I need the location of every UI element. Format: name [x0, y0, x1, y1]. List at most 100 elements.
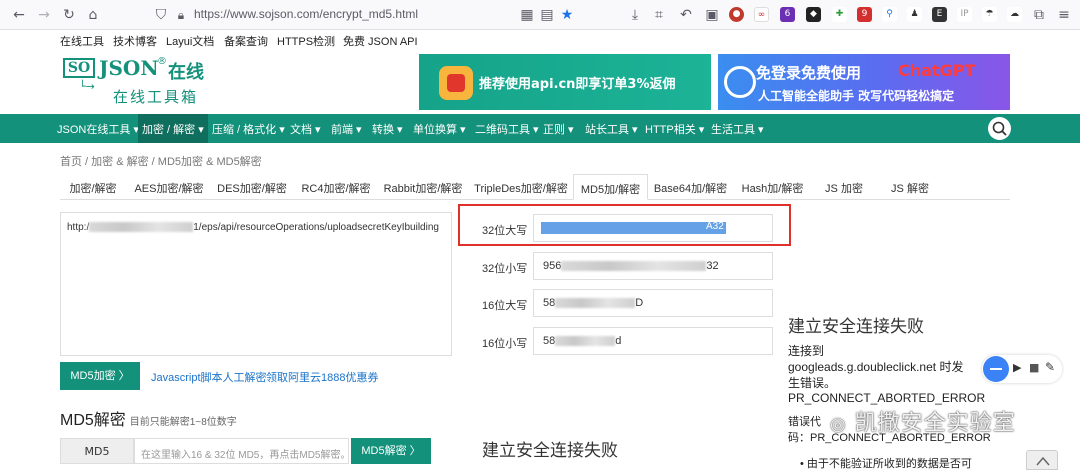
nav-label: 生活工具	[711, 124, 755, 136]
js-manual-decrypt-link[interactable]: Javascript脚本人工解密	[151, 369, 267, 385]
error-line: googleads.g.doubleclick.net 时发	[788, 360, 964, 374]
extension-hat-icon[interactable]: ☂	[982, 7, 997, 22]
extensions-icon[interactable]: ⧉	[1030, 6, 1048, 24]
result-32-lower-field[interactable]: 956 32	[533, 252, 773, 280]
banner-left-text: 推荐使用api.cn即享订单3%返佣	[479, 77, 676, 92]
md5-decrypt-title: MD5解密	[60, 412, 126, 429]
nav-convert[interactable]: 转换 ▾	[372, 121, 403, 137]
topnav-link[interactable]: 在线工具	[60, 33, 104, 49]
tab-rabbit[interactable]: Rabbit加密/解密	[380, 174, 466, 200]
nav-http[interactable]: HTTP相关 ▾	[645, 121, 704, 137]
tab-js-encrypt[interactable]: JS 加密	[816, 174, 872, 200]
forward-icon[interactable]: →	[35, 6, 53, 24]
topnav-link[interactable]: HTTPS检测	[277, 33, 335, 49]
tab-md5[interactable]: MD5加/解密	[573, 174, 648, 200]
extension-cloud-icon[interactable]: ☁	[1007, 7, 1022, 22]
logo-suffix: 在线	[168, 62, 204, 83]
tab-rc4[interactable]: RC4加密/解密	[297, 174, 375, 200]
topnav-link[interactable]: 免费 JSON API	[343, 33, 418, 49]
undo-icon[interactable]: ↶	[677, 6, 695, 24]
site-top-nav: 在线工具 技术博客 Layui文档 备案查询 HTTPS检测 免费 JSON A…	[0, 30, 1080, 50]
nav-docs[interactable]: 文档 ▾	[290, 121, 321, 137]
browser-toolbar: ← → ↻ ⌂ ⛉ 🔒︎ https://www.sojson.com/encr…	[0, 0, 1080, 30]
shield-icon[interactable]: ⛉	[152, 6, 170, 24]
stop-icon[interactable]: ■	[1029, 361, 1039, 374]
extension-link-icon[interactable]: ∞	[754, 7, 769, 22]
tab-encrypt-decrypt[interactable]: 加密/解密	[64, 174, 122, 200]
tab-base64[interactable]: Base64加/解密	[651, 174, 730, 200]
source-text: http:/ 1/eps/api/resourceOperations/uploa…	[67, 222, 439, 233]
download-icon[interactable]: ⤓	[626, 6, 644, 24]
nav-compress-format[interactable]: 压缩 / 格式化 ▾	[212, 121, 285, 137]
result-tail: d	[615, 335, 622, 347]
tab-js-decrypt[interactable]: JS 解密	[882, 174, 938, 200]
tab-hash[interactable]: Hash加/解密	[737, 174, 808, 200]
nav-webmaster[interactable]: 站长工具 ▾	[585, 121, 638, 137]
minimize-icon[interactable]	[983, 356, 1009, 382]
extension-red-icon[interactable]: ●	[729, 7, 744, 22]
result-16-lower-field[interactable]: 58 d	[533, 327, 773, 355]
person-icon[interactable]: ♟	[907, 7, 922, 22]
extension-plus-icon[interactable]: ✚	[832, 7, 847, 22]
breadcrumb[interactable]: 首页 / 加密 & 解密 / MD5加密 & MD5解密	[60, 153, 262, 169]
registered-icon: ®	[157, 56, 167, 67]
nav-qrcode[interactable]: 二维码工具 ▾	[475, 121, 539, 137]
topnav-link[interactable]: 技术博客	[113, 33, 157, 49]
tab-aes[interactable]: AES加密/解密	[130, 174, 208, 200]
highlight-frame	[458, 204, 791, 246]
nav-frontend[interactable]: 前端 ▾	[331, 121, 362, 137]
extension-dark-icon[interactable]: ◆	[806, 7, 821, 22]
error-line: 生错误。	[788, 376, 837, 390]
result-16-upper-field[interactable]: 58 D	[533, 289, 773, 317]
source-textarea[interactable]: http:/ 1/eps/api/resourceOperations/uploa…	[60, 212, 452, 356]
watermark: ◎ 凯撒安全实验室	[830, 405, 1016, 437]
aliyun-coupon-link[interactable]: 领取阿里云1888优惠券	[266, 369, 378, 385]
ad-banner-apicn[interactable]: 推荐使用api.cn即享订单3%返佣	[419, 54, 711, 110]
ad-banner-chatgpt[interactable]: 免登录免费使用 ChatGPT 人工智能全能助手 改写代码轻松搞定	[718, 54, 1010, 110]
url-text[interactable]: https://www.sojson.com/encrypt_md5.html	[194, 7, 418, 21]
bookmark-star-icon[interactable]: ★	[558, 6, 576, 24]
banner-right-sub: 人工智能全能助手 改写代码轻松搞定	[758, 89, 955, 103]
back-icon[interactable]: ←	[10, 6, 28, 24]
nav-unit-convert[interactable]: 单位换算 ▾	[413, 121, 466, 137]
extension-screenshot-icon[interactable]: ▣	[703, 6, 721, 24]
play-icon[interactable]: ▶	[1013, 361, 1021, 374]
nav-regex[interactable]: 正则 ▾	[543, 121, 574, 137]
extension-e-icon[interactable]: E	[932, 7, 947, 22]
location-icon[interactable]: ⚲	[882, 7, 897, 22]
md5-decrypt-input[interactable]: 在这里输入16 & 32位 MD5，再点击MD5解密。	[134, 438, 349, 464]
extension-purple-icon[interactable]: 6	[780, 7, 795, 22]
extension-ip-icon[interactable]: IP	[957, 7, 972, 22]
md5-decrypt-button[interactable]: MD5解密 〉	[351, 438, 431, 464]
site-logo[interactable]: SO JSON ® 在线 └→ 在线工具箱	[63, 56, 223, 110]
address-bar[interactable]: ⛉ 🔒︎ https://www.sojson.com/encrypt_md5.…	[150, 3, 580, 27]
nav-label: 单位换算	[413, 124, 457, 136]
pen-icon[interactable]: ✎	[1045, 360, 1055, 374]
menu-icon[interactable]: ≡	[1055, 6, 1073, 24]
topnav-link[interactable]: 备案查询	[224, 33, 268, 49]
crop-icon[interactable]: ⌗	[650, 6, 668, 24]
redacted-block	[561, 261, 707, 272]
tab-tripledes[interactable]: TripleDes加密/解密	[472, 174, 570, 200]
nav-search-button[interactable]	[988, 117, 1011, 140]
lock-icon[interactable]: 🔒︎	[172, 6, 190, 24]
chevron-up-icon	[1036, 456, 1050, 466]
tab-des[interactable]: DES加密/解密	[213, 174, 291, 200]
reload-icon[interactable]: ↻	[60, 6, 78, 24]
md5-decrypt-hint: 目前只能解密1~8位数字	[129, 417, 237, 428]
nav-label: 压缩 / 格式化	[212, 124, 277, 136]
nav-json-tools[interactable]: JSON在线工具 ▾	[57, 121, 139, 137]
reader-view-icon[interactable]: ▤	[538, 6, 556, 24]
extension-badge-icon[interactable]: 9	[857, 7, 872, 22]
home-icon[interactable]: ⌂	[84, 6, 102, 24]
nav-label: 转换	[372, 124, 394, 136]
md5-encrypt-button[interactable]: MD5加密 〉	[60, 362, 140, 390]
openai-icon	[724, 66, 756, 98]
nav-encrypt-decrypt[interactable]: 加密 / 解密 ▾	[138, 114, 208, 143]
scroll-top-button[interactable]	[1026, 450, 1058, 470]
qr-code-icon[interactable]: ▦	[518, 6, 536, 24]
result-label-32-lower: 32位小写	[482, 263, 528, 275]
nav-life[interactable]: 生活工具 ▾	[711, 121, 764, 137]
topnav-link[interactable]: Layui文档	[166, 33, 214, 49]
nav-label: JSON在线工具	[57, 124, 131, 136]
